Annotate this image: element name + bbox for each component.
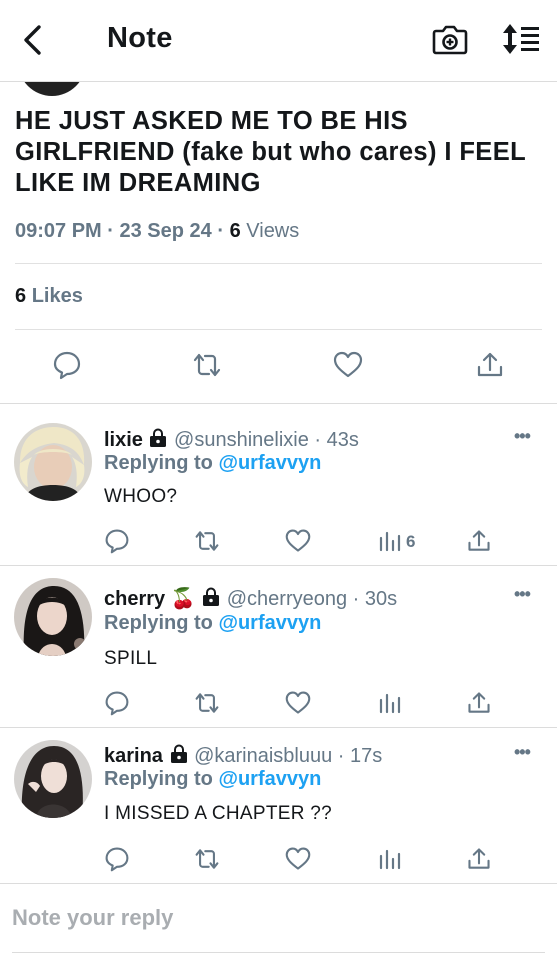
- replying-to-handle[interactable]: @urfavvyn: [218, 452, 321, 474]
- repost-icon[interactable]: [192, 350, 222, 380]
- likes-count: 6: [15, 285, 27, 307]
- reply-icon[interactable]: [104, 846, 130, 872]
- reply-header: cherry 🍒 @cherryeong · 30s: [104, 587, 398, 610]
- reply-author-handle[interactable]: @karinaisbluuu: [194, 745, 332, 767]
- more-options-icon[interactable]: •••: [514, 584, 531, 605]
- reply-item[interactable]: cherry 🍒 @cherryeong · 30s ••• Replying …: [0, 566, 557, 726]
- replying-prefix: Replying to: [104, 768, 213, 790]
- replying-to: Replying to @urfavvyn: [104, 612, 321, 635]
- views-icon[interactable]: [376, 528, 402, 554]
- divider: [15, 329, 542, 330]
- share-icon[interactable]: [466, 846, 492, 872]
- reply-icon[interactable]: [52, 350, 82, 380]
- lock-icon: [170, 744, 187, 763]
- replying-prefix: Replying to: [104, 452, 213, 474]
- reply-actions: 6: [0, 528, 557, 556]
- note-meta: 09:07 PM · 23 Sep 24 · 6 Views: [15, 220, 300, 242]
- share-icon[interactable]: [466, 528, 492, 554]
- more-options-icon[interactable]: •••: [514, 742, 531, 763]
- divider: [0, 883, 557, 884]
- reply-item[interactable]: lixie @sunshinelixie · 43s ••• Replying …: [0, 404, 557, 564]
- reply-text: I MISSED A CHAPTER ??: [104, 803, 333, 824]
- avatar[interactable]: [14, 578, 92, 656]
- views-icon[interactable]: [376, 690, 402, 716]
- replying-to: Replying to @urfavvyn: [104, 768, 321, 791]
- reply-actions: [0, 690, 557, 718]
- repost-icon[interactable]: [194, 690, 220, 716]
- likes-stat[interactable]: 6 Likes: [15, 285, 83, 308]
- reply-item[interactable]: karina @karinaisbluuu · 17s ••• Replying…: [0, 728, 557, 883]
- replying-prefix: Replying to: [104, 612, 213, 634]
- repost-icon[interactable]: [194, 528, 220, 554]
- note-text: HE JUST ASKED ME TO BE HIS GIRLFRIEND (f…: [15, 107, 526, 197]
- reply-author-handle[interactable]: @cherryeong: [227, 588, 347, 610]
- avatar[interactable]: [14, 423, 92, 501]
- reply-input[interactable]: Note your reply: [12, 905, 173, 931]
- heart-icon[interactable]: [333, 350, 363, 380]
- avatar[interactable]: [14, 740, 92, 818]
- note-actions: [0, 350, 557, 384]
- views-count: 6: [406, 532, 416, 551]
- reply-time: 43s: [326, 429, 359, 451]
- reply-icon[interactable]: [104, 528, 130, 554]
- views-count: 6: [229, 220, 241, 242]
- more-options-icon[interactable]: •••: [514, 426, 531, 447]
- replying-to-handle[interactable]: @urfavvyn: [218, 612, 321, 634]
- reply-time: 30s: [364, 588, 398, 610]
- reply-time: 17s: [350, 745, 383, 767]
- reply-header: karina @karinaisbluuu · 17s: [104, 744, 383, 767]
- heart-icon[interactable]: [285, 528, 311, 554]
- reply-author-name[interactable]: cherry: [104, 588, 165, 610]
- reply-text: WHOO?: [104, 486, 178, 507]
- likes-label: Likes: [31, 285, 83, 307]
- views-label: Views: [246, 220, 300, 242]
- replying-to-handle[interactable]: @urfavvyn: [218, 768, 321, 790]
- cherry-emoji: 🍒: [170, 588, 196, 610]
- reply-text: SPILL: [104, 648, 158, 669]
- lock-icon: [150, 428, 167, 447]
- reply-author-handle[interactable]: @sunshinelixie: [174, 429, 309, 451]
- sort-icon[interactable]: [500, 22, 542, 56]
- top-bar: Note: [0, 0, 557, 82]
- note-time: 09:07 PM: [15, 220, 102, 242]
- camera-plus-icon[interactable]: [432, 22, 468, 56]
- replying-to: Replying to @urfavvyn: [104, 452, 321, 475]
- views-icon[interactable]: [376, 846, 402, 872]
- repost-icon[interactable]: [194, 846, 220, 872]
- share-icon[interactable]: [466, 690, 492, 716]
- share-icon[interactable]: [475, 350, 505, 380]
- divider: [15, 263, 542, 264]
- reply-author-name[interactable]: lixie: [104, 429, 143, 451]
- reply-header: lixie @sunshinelixie · 43s: [104, 428, 359, 451]
- heart-icon[interactable]: [285, 846, 311, 872]
- chevron-left-icon[interactable]: [18, 22, 48, 58]
- divider: [12, 952, 545, 953]
- page-title: Note: [107, 22, 173, 54]
- reply-icon[interactable]: [104, 690, 130, 716]
- heart-icon[interactable]: [285, 690, 311, 716]
- reply-author-name[interactable]: karina: [104, 745, 163, 767]
- lock-icon: [203, 587, 220, 606]
- reply-actions: [0, 846, 557, 874]
- note-date: 23 Sep 24: [119, 220, 212, 242]
